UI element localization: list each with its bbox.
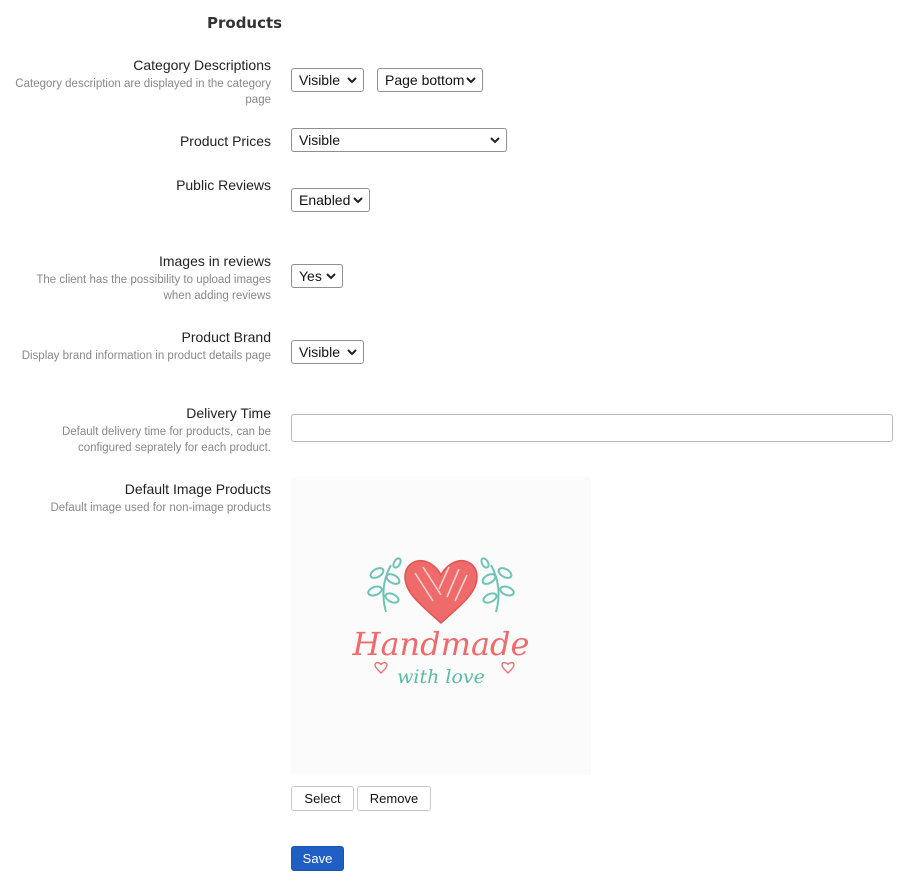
product-brand-label-group: Product Brand Display brand information … [11,328,271,364]
chevron-down-icon [466,77,476,84]
chevron-down-icon [347,77,357,84]
select-image-button[interactable]: Select [291,786,354,811]
product-prices-label-group: Product Prices [11,132,271,150]
category-descriptions-position-select[interactable]: Page bottom [377,68,483,92]
category-descriptions-visibility-value: Visible [299,72,340,88]
default-image-desc: Default image used for non-image product… [50,502,271,514]
small-heart-icon [501,661,515,674]
delivery-time-desc: Default delivery time for products, can … [61,426,271,454]
product-prices-select[interactable]: Visible [291,128,507,152]
product-brand-value: Visible [299,344,340,360]
delivery-time-input[interactable] [291,414,893,442]
images-in-reviews-value: Yes [299,268,322,284]
heart-icon [404,559,478,625]
remove-image-button[interactable]: Remove [357,786,431,811]
section-title: Products [207,14,283,32]
product-prices-value: Visible [299,132,340,148]
product-prices-label: Product Prices [179,133,271,149]
chevron-down-icon [347,349,357,356]
logo-text-main: Handmade [352,625,530,663]
default-image-label: Default Image Products [124,481,271,497]
product-brand-label: Product Brand [181,329,272,345]
product-brand-desc: Display brand information in product det… [21,350,271,362]
images-in-reviews-select[interactable]: Yes [291,264,343,288]
delivery-time-label: Delivery Time [186,405,271,421]
images-in-reviews-desc: The client has the possibility to upload… [36,274,271,302]
images-in-reviews-label-group: Images in reviews The client has the pos… [11,252,271,304]
default-image-label-group: Default Image Products Default image use… [11,480,271,516]
handmade-logo-image: Handmade with love [352,557,530,688]
category-descriptions-visibility-select[interactable]: Visible [291,68,364,92]
left-leaf-branch [367,557,402,613]
category-descriptions-label-group: Category Descriptions Category descripti… [11,56,271,108]
chevron-down-icon [326,273,336,280]
images-in-reviews-label: Images in reviews [158,253,271,269]
product-brand-select[interactable]: Visible [291,340,364,364]
public-reviews-value: Enabled [299,192,351,208]
right-leaf-branch [480,557,515,613]
delivery-time-label-group: Delivery Time Default delivery time for … [11,404,271,456]
public-reviews-label: Public Reviews [176,177,271,193]
category-descriptions-desc: Category description are displayed in th… [15,78,271,106]
chevron-down-icon [353,197,363,204]
chevron-down-icon [490,137,500,144]
category-descriptions-label: Category Descriptions [133,57,271,73]
save-button[interactable]: Save [291,846,344,871]
default-image-preview: Handmade with love [291,477,591,775]
small-heart-icon [374,661,388,674]
public-reviews-select[interactable]: Enabled [291,188,370,212]
category-descriptions-position-value: Page bottom [385,72,465,88]
public-reviews-label-group: Public Reviews [11,176,271,194]
logo-text-sub: with love [397,666,485,688]
